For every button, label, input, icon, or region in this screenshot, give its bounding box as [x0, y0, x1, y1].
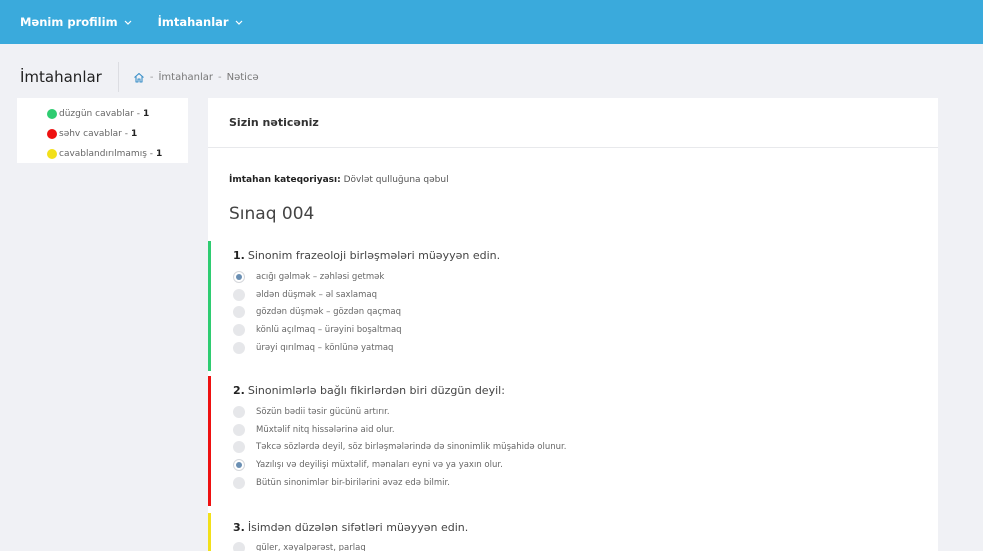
legend-item-correct: düzgün cavablar - 1 — [47, 104, 188, 124]
chevron-down-icon — [235, 20, 243, 25]
option-label: acığı gəlmək – zəhləsi getmək — [256, 272, 385, 282]
question-block: 2. Sinonimlərlə bağlı fikirlərdən biri dü… — [208, 376, 938, 506]
breadcrumb: - İmtahanlar - Nəticə — [133, 72, 259, 83]
question-status-bar — [208, 241, 211, 371]
radio-button[interactable] — [233, 477, 245, 489]
radio-button[interactable] — [233, 342, 245, 354]
option-label: könlü açılmaq – ürəyini boşaltmaq — [256, 325, 402, 335]
question-label: İsimdən düzələn sifətləri müəyyən edin. — [247, 521, 469, 534]
breadcrumb-item-result: Nəticə — [226, 71, 259, 83]
legend-label: səhv cavablar - — [59, 129, 128, 139]
radio-button[interactable] — [233, 406, 245, 418]
legend-count: 1 — [156, 149, 163, 159]
result-card: Sizin nəticəniz İmtahan kateqoriyası: Dö… — [208, 98, 938, 551]
nav-profile-menu[interactable]: Mənim profilim — [20, 15, 132, 29]
question-text: 3. İsimdən düzələn sifətləri müəyyən edin… — [233, 521, 468, 534]
page-header: İmtahanlar - İmtahanlar - Nəticə — [0, 60, 983, 94]
question-text: 2. Sinonimlərlə bağlı fikirlərdən biri dü… — [233, 384, 505, 397]
nav-profile-label: Mənim profilim — [20, 15, 118, 29]
radio-button[interactable] — [233, 271, 245, 283]
option-label: Yazılışı və deyilişi müxtəlif, mənaları … — [256, 460, 503, 470]
question-number: 1. — [233, 249, 245, 262]
legend-item-unanswered: cavablandırılmamış - 1 — [47, 144, 188, 164]
answer-option[interactable]: könlü açılmaq – ürəyini boşaltmaq — [233, 324, 402, 336]
home-icon[interactable] — [133, 72, 145, 83]
question-number: 3. — [233, 521, 245, 534]
option-label: Müxtəlif nitq hissələrinə aid olur. — [256, 425, 395, 435]
category-label: İmtahan kateqoriyası: — [229, 175, 341, 185]
breadcrumb-separator: - — [149, 71, 154, 83]
question-block: 3. İsimdən düzələn sifətləri müəyyən edin… — [208, 513, 938, 551]
answer-option[interactable]: gözdən düşmək – gözdən qaçmaq — [233, 306, 401, 318]
radio-button[interactable] — [233, 441, 245, 453]
chevron-down-icon — [124, 20, 132, 25]
question-label: Sinonim frazeoloji birləşmələri müəyyən … — [247, 249, 501, 262]
option-label: Bütün sinonimlər bir-birilərini əvəz edə… — [256, 478, 450, 488]
question-status-bar — [208, 376, 211, 506]
radio-button[interactable] — [233, 324, 245, 336]
option-label: ürəyi qırılmaq – könlünə yatmaq — [256, 343, 394, 353]
option-label: gözdən düşmək – gözdən qaçmaq — [256, 307, 402, 317]
option-label: Təkcə sözlərdə deyil, söz birləşmələrind… — [256, 442, 567, 452]
answer-option[interactable]: Yazılışı və deyilişi müxtəlif, mənaları … — [233, 459, 503, 471]
nav-exams-menu[interactable]: İmtahanlar — [158, 15, 243, 29]
green-dot-icon — [47, 109, 57, 119]
question-block: 1. Sinonim frazeoloji birləşmələri müəyyə… — [208, 241, 938, 371]
radio-button[interactable] — [233, 542, 245, 551]
legend-item-wrong: səhv cavablar - 1 — [47, 124, 188, 144]
answer-option[interactable]: güler, xəyalpərəst, parlaq — [233, 542, 366, 551]
question-number: 2. — [233, 384, 245, 397]
result-legend: düzgün cavablar - 1 səhv cavablar - 1 ca… — [17, 98, 188, 163]
top-navbar: Mənim profilim İmtahanlar — [0, 0, 983, 44]
result-heading: Sizin nəticəniz — [208, 98, 938, 148]
answer-option[interactable]: ürəyi qırılmaq – könlünə yatmaq — [233, 342, 393, 354]
red-dot-icon — [47, 129, 57, 139]
category-value: Dövlət qulluğuna qəbul — [343, 175, 449, 185]
radio-button[interactable] — [233, 459, 245, 471]
nav-exams-label: İmtahanlar — [157, 15, 229, 29]
radio-button[interactable] — [233, 289, 245, 301]
option-label: Sözün bədii təsir gücünü artırır. — [256, 407, 390, 417]
breadcrumb-item-exams[interactable]: İmtahanlar — [158, 72, 213, 83]
yellow-dot-icon — [47, 149, 57, 159]
answer-option[interactable]: acığı gəlmək – zəhləsi getmək — [233, 271, 384, 283]
answer-option[interactable]: Bütün sinonimlər bir-birilərini əvəz edə… — [233, 477, 450, 489]
answer-option[interactable]: Sözün bədii təsir gücünü artırır. — [233, 406, 390, 418]
question-label: Sinonimlərlə bağlı fikirlərdən biri düzg… — [247, 384, 505, 397]
legend-label: cavablandırılmamış - — [59, 149, 153, 159]
breadcrumb-separator: - — [218, 71, 222, 83]
option-label: əldən düşmək – əl saxlamaq — [256, 290, 378, 300]
answer-option[interactable]: əldən düşmək – əl saxlamaq — [233, 289, 377, 301]
legend-label: düzgün cavablar - — [59, 109, 140, 119]
radio-button[interactable] — [233, 306, 245, 318]
radio-button[interactable] — [233, 424, 245, 436]
option-label: güler, xəyalpərəst, parlaq — [256, 543, 366, 551]
legend-count: 1 — [130, 129, 138, 139]
question-status-bar — [208, 513, 211, 551]
exam-category: İmtahan kateqoriyası: Dövlət qulluğuna q… — [229, 175, 449, 185]
legend-count: 1 — [142, 109, 150, 119]
question-text: 1. Sinonim frazeoloji birləşmələri müəyyə… — [233, 249, 500, 262]
answer-option[interactable]: Müxtəlif nitq hissələrinə aid olur. — [233, 424, 395, 436]
page-title: İmtahanlar — [20, 62, 119, 92]
exam-name: Sınaq 004 — [229, 204, 315, 224]
answer-option[interactable]: Təkcə sözlərdə deyil, söz birləşmələrind… — [233, 441, 566, 453]
